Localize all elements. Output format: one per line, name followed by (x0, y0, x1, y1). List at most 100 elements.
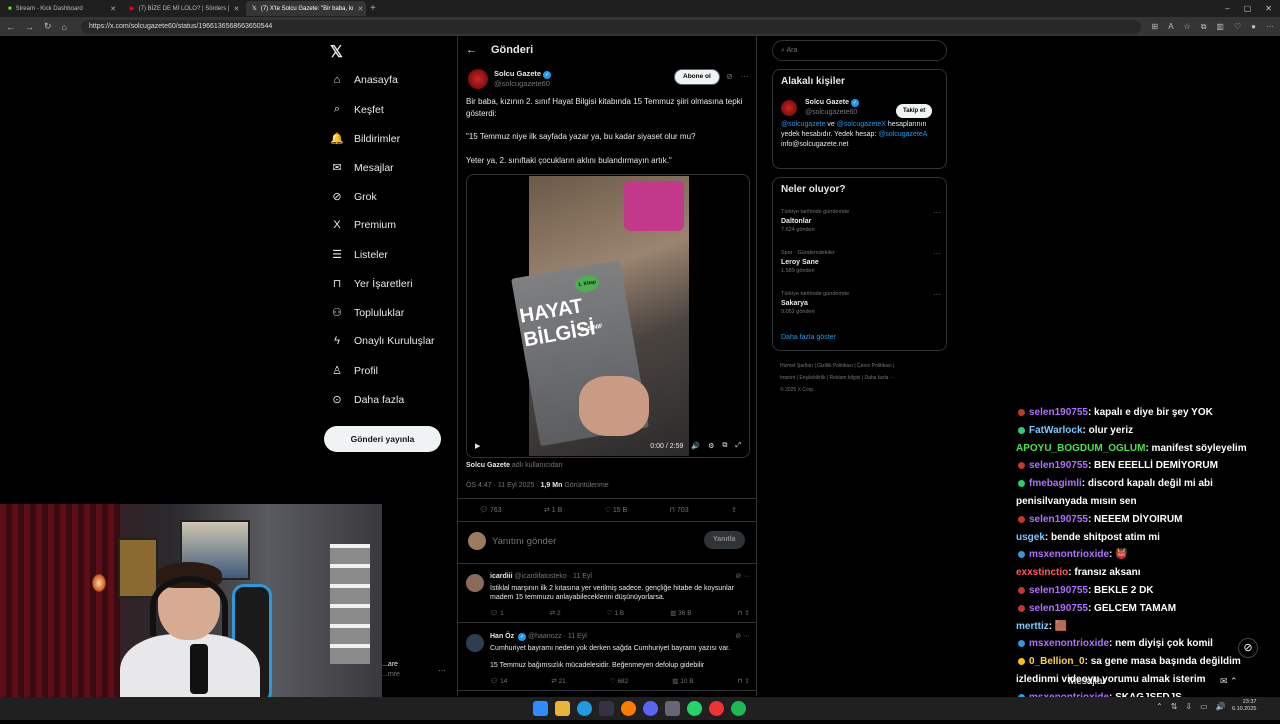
bio-link[interactable]: @solcugazete (781, 121, 825, 128)
nav-explore[interactable]: ⌕ Keşfet (330, 103, 384, 116)
reply-author[interactable]: Han Öz (490, 633, 514, 640)
url-field[interactable]: https://x.com/solcugazete60/status/19661… (80, 19, 1142, 34)
apps-icon[interactable]: ⊞ (1151, 22, 1158, 32)
like-stat[interactable]: ♡ 15 B (605, 506, 628, 514)
nav-home[interactable]: ⌂ Anasayfa (330, 74, 398, 86)
messages-drawer-label[interactable]: Mesajlar (1068, 676, 1106, 687)
trend-item[interactable]: Spor · Gündemdekiler Leroy Sane 1.589 gönd… (781, 249, 941, 276)
more-dots-icon[interactable]: ··· (933, 290, 941, 299)
byline-name[interactable]: Solcu Gazete (466, 462, 510, 469)
footer-line[interactable]: Imprint | Erişilebilirlik | Reklam bilgi… (780, 372, 940, 384)
maximize-icon[interactable]: ▢ (1244, 4, 1252, 13)
chat-username[interactable]: msxenontrioxide (1029, 549, 1109, 560)
nav-lists[interactable]: ☰ Listeler (330, 248, 388, 262)
close-icon[interactable]: ✕ (233, 5, 239, 13)
download-icon[interactable]: ⇩ (1185, 702, 1192, 711)
chat-username[interactable]: merttiz (1016, 621, 1049, 632)
profile-icon[interactable]: ● (1251, 22, 1256, 32)
trend-item[interactable]: Türkiye tarihinde gündemde Sakarya 9.052 g… (781, 290, 941, 317)
back-arrow-icon[interactable]: ← (466, 44, 477, 56)
tray-chevron-icon[interactable]: ⌃ (1156, 702, 1163, 711)
tweet-time[interactable]: ÖS 4:47 · 11 Eyl 2025 · (466, 482, 541, 489)
discord-icon[interactable] (643, 701, 658, 716)
tab-x-post[interactable]: 𝕏 (7) X'te Solcu Gazete: "Bir baba, kı ✕ (246, 1, 366, 16)
chat-username[interactable]: 0_Bellion_0 (1029, 656, 1085, 667)
obs-icon[interactable] (709, 701, 724, 716)
fullscreen-icon[interactable]: ⤢ (735, 442, 741, 450)
whatsapp-icon[interactable] (687, 701, 702, 716)
nav-bookmarks[interactable]: ⊓ Yer İşaretleri (330, 277, 413, 291)
file-explorer-icon[interactable] (555, 701, 570, 716)
search-input[interactable]: ⌕ Ara (772, 40, 947, 61)
chat-username[interactable]: msxenontrioxide (1029, 638, 1109, 649)
reply-author[interactable]: icardiii (490, 573, 513, 580)
repost-stat[interactable]: ⇄ 21 (551, 677, 566, 687)
bio-link[interactable]: @solcugazeteA (878, 131, 927, 138)
firefox-icon[interactable] (621, 701, 636, 716)
home-icon[interactable]: ⌂ (62, 22, 67, 32)
chat-username[interactable]: FatWarlock (1029, 425, 1083, 436)
chat-username[interactable]: exxstinctio (1016, 567, 1068, 578)
show-more-link[interactable]: Daha fazla göster (781, 334, 836, 341)
chat-username[interactable]: fmebagimli (1029, 478, 1082, 489)
avatar[interactable] (466, 634, 484, 652)
more-dots-icon[interactable]: ··· (933, 208, 941, 217)
post-button[interactable]: Gönderi yayınla (324, 426, 441, 452)
more-dots-icon[interactable]: ⊘ ··· (735, 632, 750, 642)
nav-notifications[interactable]: 🔔 Bildirimler (330, 132, 400, 146)
video-player[interactable]: HAYAT BİLGİSİ 1. Kitap 2. SINIF ▶ 0:00 /… (466, 174, 750, 458)
bookmark-icon[interactable]: ⊓ ⇪ (738, 677, 750, 687)
share-icon[interactable]: ⇪ (731, 506, 737, 514)
more-dots-icon[interactable]: ··· (741, 72, 749, 81)
repost-stat[interactable]: ⇄ 1 B (544, 506, 562, 514)
chat-username[interactable]: usgek (1016, 532, 1045, 543)
nav-verified-orgs[interactable]: ϟ Onaylı Kuruluşlar (330, 335, 434, 347)
tab-kick-dashboard[interactable]: ■ Stream - Kick Dashboard ✕ (2, 1, 122, 16)
bookmark-stat[interactable]: ⊓ 703 (670, 506, 689, 514)
related-name[interactable]: Solcu Gazete (805, 99, 849, 106)
account-switcher[interactable]: ...are ...mre (382, 660, 400, 680)
reply-button[interactable]: Yanıtla (704, 531, 745, 549)
steam-icon[interactable] (599, 701, 614, 716)
read-aloud-icon[interactable]: A (1168, 22, 1173, 32)
follow-button[interactable]: Takip et (896, 104, 933, 118)
avatar[interactable] (466, 574, 484, 592)
display-icon[interactable]: ▭ (1200, 702, 1208, 711)
close-icon[interactable]: ✕ (358, 5, 364, 13)
tweet-author[interactable]: Solcu Gazete ✓ @solcugazete60 (468, 69, 552, 89)
bookmark-icon[interactable]: ⊓ ⇪ (738, 609, 750, 619)
favorite-star-icon[interactable]: ☆ (1184, 22, 1191, 32)
collections-icon[interactable]: ♡ (1234, 22, 1241, 32)
like-stat[interactable]: ♡ 1 B (607, 609, 624, 619)
repost-stat[interactable]: ⇄ 2 (550, 609, 561, 619)
network-icon[interactable]: ⇅ (1171, 702, 1178, 711)
views-stat[interactable]: ▥ 10 B (672, 677, 693, 687)
more-dots-icon[interactable]: ⊘ ··· (735, 572, 750, 582)
chat-username[interactable]: selen190755 (1029, 514, 1088, 525)
chat-username[interactable]: selen190755 (1029, 407, 1088, 418)
nav-premium[interactable]: X Premium (330, 219, 396, 231)
close-window-icon[interactable]: ✕ (1265, 4, 1272, 13)
volume-icon[interactable]: 🔊 (1216, 702, 1226, 711)
edge-icon[interactable] (577, 701, 592, 716)
forward-icon[interactable]: → (25, 22, 34, 32)
nav-communities[interactable]: ⚇ Topluluklar (330, 306, 404, 320)
views-stat[interactable]: ▥ 36 B (670, 609, 691, 619)
close-icon[interactable]: ✕ (110, 5, 116, 13)
reply-item[interactable]: icardiii @icardifatosteko · 11 Eyl İstik… (458, 566, 756, 623)
pip-icon[interactable]: ⧉ (722, 442, 727, 450)
reply-stat[interactable]: 💬︎ 763 (479, 506, 502, 514)
minimize-icon[interactable]: – (1225, 4, 1229, 13)
subscribe-button[interactable]: Abone ol (674, 69, 720, 85)
trend-item[interactable]: Türkiye tarihinde gündemde Daltonlar 7.624… (781, 208, 941, 235)
extensions-icon[interactable]: ⧉ (1201, 22, 1207, 32)
like-stat[interactable]: ♡ 682 (610, 677, 629, 687)
chat-username[interactable]: selen190755 (1029, 460, 1088, 471)
nav-profile[interactable]: ♙ Profil (330, 364, 378, 378)
spotify-icon[interactable] (731, 701, 746, 716)
chat-username[interactable]: selen190755 (1029, 585, 1088, 596)
nav-grok[interactable]: ⊘ Grok (330, 190, 376, 204)
reply-item[interactable]: Han Öz ✓ @haanozz · 11 Eyl Cumhuriyet ba… (458, 626, 756, 691)
grok-icon[interactable]: ⊘ (726, 72, 733, 81)
menu-dots-icon[interactable]: ··· (1266, 22, 1274, 32)
